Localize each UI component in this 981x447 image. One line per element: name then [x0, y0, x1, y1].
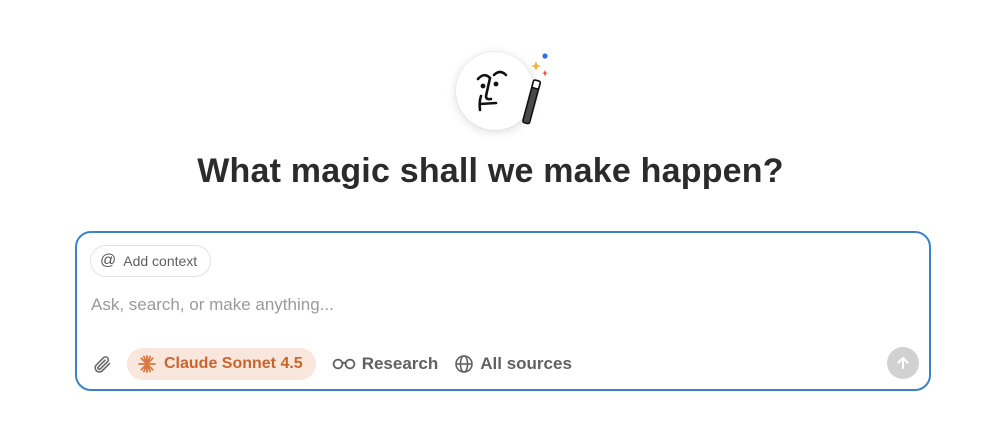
- globe-icon: [455, 355, 474, 373]
- research-button[interactable]: Research: [332, 354, 439, 374]
- claude-burst-icon: [138, 355, 156, 373]
- glasses-icon: [332, 358, 356, 370]
- prompt-composer: @ Add context Claude Sonnet 4.5: [75, 231, 931, 391]
- model-selector-button[interactable]: Claude Sonnet 4.5: [127, 348, 316, 380]
- model-label: Claude Sonnet 4.5: [164, 355, 303, 372]
- add-context-button[interactable]: @ Add context: [90, 245, 212, 277]
- hero-avatar: [456, 52, 556, 134]
- arrow-up-icon: [897, 357, 909, 369]
- send-button[interactable]: [887, 347, 919, 379]
- prompt-input[interactable]: [91, 295, 871, 315]
- research-label: Research: [361, 354, 439, 373]
- add-context-label: Add context: [123, 253, 198, 269]
- all-sources-button[interactable]: All sources: [454, 354, 572, 374]
- page-title: What magic shall we make happen?: [197, 152, 784, 190]
- paperclip-icon[interactable]: [91, 353, 113, 375]
- composer-toolbar: Claude Sonnet 4.5 Research All sources: [91, 347, 572, 381]
- magic-wand-icon: [522, 53, 549, 125]
- at-sign-icon: @: [100, 252, 117, 269]
- all-sources-label: All sources: [480, 354, 572, 373]
